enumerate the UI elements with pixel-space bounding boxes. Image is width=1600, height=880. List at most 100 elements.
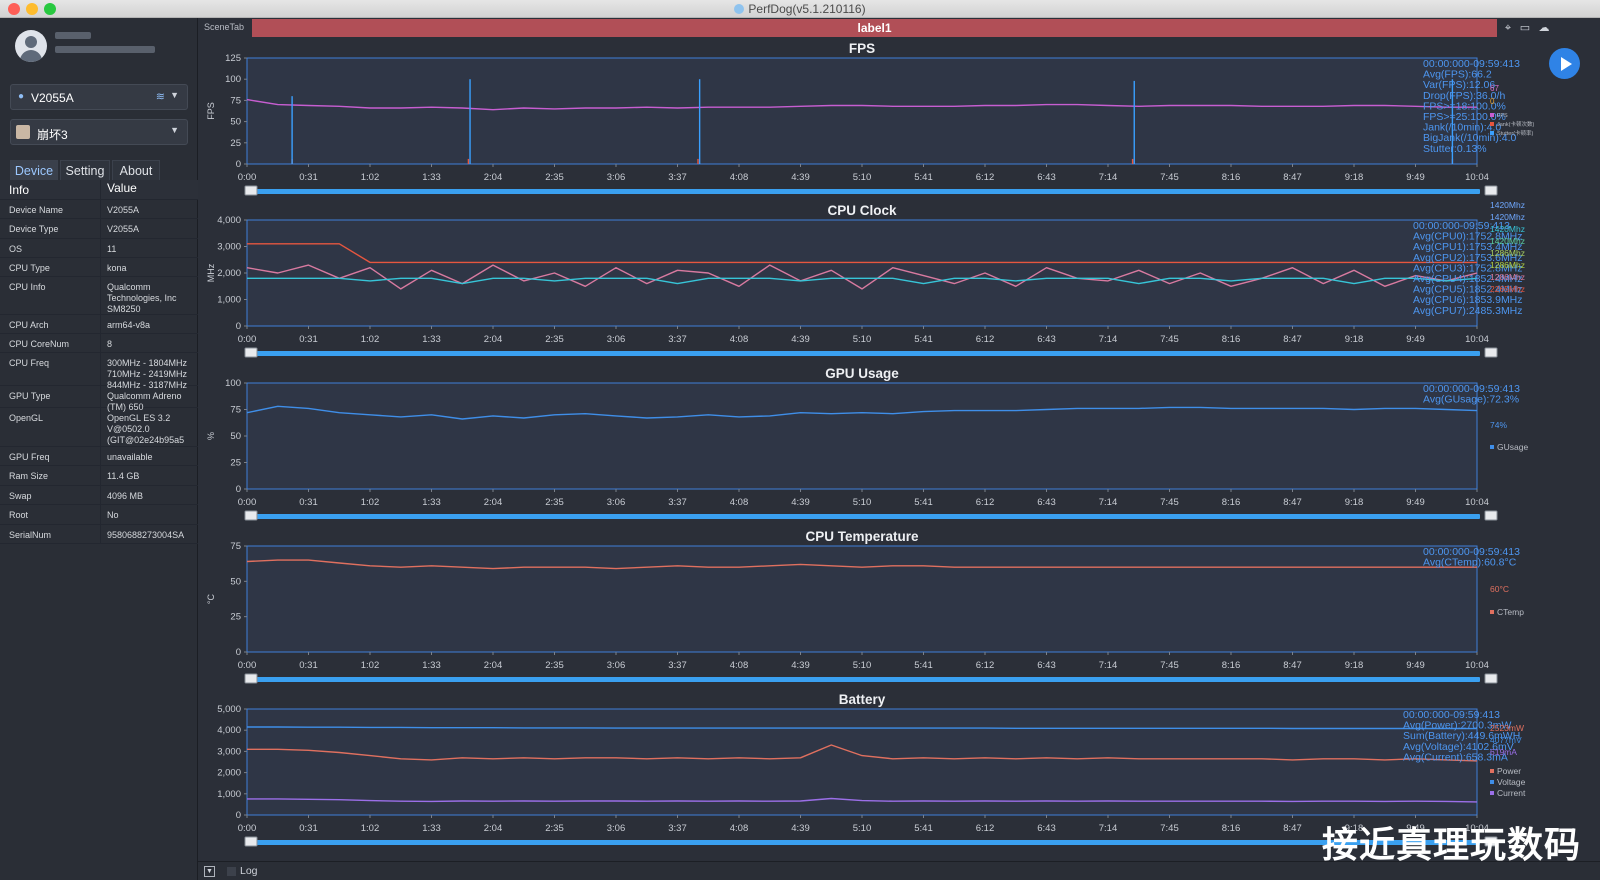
chart-plot-area: [246, 57, 1478, 165]
x-tick-label: 0:00: [238, 172, 257, 183]
x-tick-label: 10:04: [1465, 334, 1489, 345]
slider-right-handle: [1484, 510, 1498, 521]
expand-log-icon[interactable]: ▼: [204, 866, 215, 877]
info-key: CPU Arch: [9, 320, 49, 330]
x-tick-label: 10:04: [1465, 660, 1489, 671]
legend-swatch: [1490, 131, 1494, 135]
current-value: 2523mW: [1490, 723, 1524, 733]
legend-label: Current: [1497, 788, 1526, 798]
column-divider: [100, 447, 101, 465]
time-range-slider: [250, 840, 1480, 845]
x-tick-label: 2:04: [484, 823, 503, 834]
legend-label: Jank(卡顿次数): [1497, 120, 1534, 128]
table-row: CPU Type kona: [0, 258, 198, 277]
watermark-text: 接近真理玩数码: [1322, 824, 1582, 865]
tab-about[interactable]: About: [112, 160, 160, 180]
chart-plot-area: [246, 382, 1478, 490]
x-tick-label: 1:02: [361, 497, 380, 508]
y-tick-label: 100: [225, 74, 241, 85]
x-tick-label: 3:37: [668, 497, 687, 508]
info-value: 4096 MB: [107, 491, 144, 501]
x-tick-label: 2:35: [545, 497, 564, 508]
tab-setting[interactable]: Setting: [60, 160, 110, 180]
y-tick-label: 2,000: [217, 268, 241, 279]
x-tick-label: 7:14: [1099, 172, 1118, 183]
y-tick-label: 25: [230, 138, 241, 149]
x-tick-label: 7:45: [1160, 334, 1179, 345]
table-row: CPU Arch arm64-v8a: [0, 315, 198, 334]
x-tick-label: 0:00: [238, 660, 257, 671]
x-tick-label: 6:12: [976, 823, 995, 834]
x-tick-label: 9:18: [1345, 497, 1364, 508]
x-tick-label: 3:06: [607, 172, 626, 183]
legend-swatch: [1490, 445, 1494, 449]
column-divider: [100, 258, 101, 276]
x-tick-label: 5:10: [853, 172, 872, 183]
x-tick-label: 2:04: [484, 334, 503, 345]
table-row: Swap 4096 MB: [0, 486, 198, 505]
y-tick-label: 25: [230, 458, 241, 469]
x-tick-label: 6:43: [1037, 172, 1056, 183]
x-tick-label: 9:18: [1345, 172, 1364, 183]
x-tick-label: 6:12: [976, 660, 995, 671]
info-header-key: Info: [9, 183, 30, 197]
x-tick-label: 4:08: [730, 823, 749, 834]
time-range-slider: [250, 514, 1480, 519]
current-value: 1286Mhz: [1490, 248, 1525, 258]
column-divider: [100, 486, 101, 504]
wifi-icon: ≋: [155, 91, 165, 103]
x-tick-label: 8:16: [1222, 172, 1241, 183]
x-tick-label: 4:08: [730, 497, 749, 508]
log-checkbox[interactable]: [227, 867, 236, 876]
current-value: 1420Mhz: [1490, 236, 1525, 246]
x-tick-label: 1:33: [422, 334, 441, 345]
x-tick-label: 7:45: [1160, 172, 1179, 183]
device-info-table: Info Value Device Name V2055A Device Type V20…: [0, 180, 198, 544]
info-value: V2055A: [107, 205, 140, 215]
y-tick-label: 1,000: [217, 789, 241, 800]
x-tick-label: 4:39: [791, 172, 810, 183]
y-tick-label: 25: [230, 612, 241, 623]
info-value: unavailable: [107, 452, 153, 462]
x-tick-label: 5:10: [853, 497, 872, 508]
perfdog-window: PerfDog(v5.1.210116) ● V2055A ≋ ▼ 崩坏3 ▼ …: [0, 0, 1600, 880]
legend-swatch: [1490, 113, 1494, 117]
y-tick-label: 3,000: [217, 746, 241, 757]
table-row: GPU Type Qualcomm Adreno (TM) 650: [0, 386, 198, 412]
perfdog-logo-icon: [734, 4, 745, 14]
info-value: Qualcomm Technologies, Inc SM8250: [107, 282, 177, 314]
x-tick-label: 3:06: [607, 660, 626, 671]
x-tick-label: 1:33: [422, 497, 441, 508]
x-tick-label: 9:49: [1406, 172, 1425, 183]
avatar[interactable]: [15, 30, 47, 62]
x-tick-label: 0:31: [299, 660, 318, 671]
x-tick-label: 8:16: [1222, 823, 1241, 834]
x-tick-label: 8:16: [1222, 660, 1241, 671]
stats-text: Avg(GUsage):72.3%: [1423, 394, 1519, 406]
x-tick-label: 7:45: [1160, 660, 1179, 671]
tab-device[interactable]: Device: [10, 160, 58, 180]
window-title-text: PerfDog(v5.1.210116): [748, 2, 866, 16]
x-tick-label: 4:08: [730, 334, 749, 345]
current-value: 0: [1490, 97, 1495, 106]
x-tick-label: 8:16: [1222, 334, 1241, 345]
time-range-slider: [250, 351, 1480, 356]
app-selector[interactable]: 崩坏3 ▼: [10, 119, 188, 145]
chart-title: Battery: [839, 692, 886, 707]
info-key: Device Name: [9, 205, 64, 215]
slider-left-handle: [244, 510, 258, 521]
current-value: 1420Mhz: [1490, 200, 1525, 210]
main-panel: SceneTab label1 ⌖ ▭ ☁ FPS FPS 0 25 50 75 100 12…: [198, 18, 1600, 880]
x-tick-label: 5:41: [914, 334, 933, 345]
user-name-redacted: [55, 32, 91, 39]
column-divider: [100, 219, 101, 238]
table-row: CPU Info Qualcomm Technologies, Inc SM825…: [0, 277, 198, 315]
table-row: CPU Freq 300MHz - 1804MHz 710MHz - 2419MH…: [0, 353, 198, 390]
x-tick-label: 1:33: [422, 172, 441, 183]
x-tick-label: 1:02: [361, 334, 380, 345]
info-value: 9580688273004SA: [107, 530, 185, 540]
y-tick-label: 0: [236, 647, 241, 658]
x-tick-label: 5:41: [914, 497, 933, 508]
x-tick-label: 10:04: [1465, 172, 1489, 183]
device-selector[interactable]: ● V2055A ≋ ▼: [10, 84, 188, 110]
